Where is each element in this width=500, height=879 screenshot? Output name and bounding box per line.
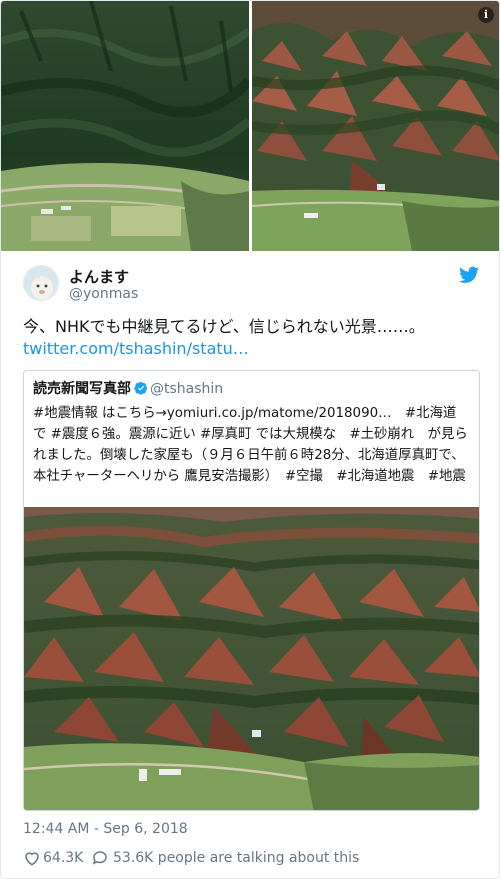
before-aerial-photo[interactable] xyxy=(1,1,249,251)
tweet-body: 今、NHKでも中継見てるけど、信じられない光景……。 xyxy=(23,317,425,336)
user-handle[interactable]: @yonmas xyxy=(69,286,138,302)
tweet-header: よんます @yonmas xyxy=(23,265,483,305)
quoted-author: 読売新聞写真部 @tshashin xyxy=(33,380,223,398)
verified-badge-icon xyxy=(134,381,148,395)
quoted-tweet[interactable]: 読売新聞写真部 @tshashin #地震情報 はこちら→yomiuri.co.j… xyxy=(23,370,480,811)
tweet-timestamp[interactable]: 12:44 AM - Sep 6, 2018 xyxy=(23,821,188,837)
tweet-text: 今、NHKでも中継見てるけど、信じられない光景……。 twitter.com/t… xyxy=(23,316,453,360)
twitter-bird-icon[interactable] xyxy=(459,266,479,284)
after-aerial-photo[interactable] xyxy=(252,1,499,251)
quoted-display-name[interactable]: 読売新聞写真部 xyxy=(33,381,131,397)
talking-count: 53.6K people are talking about this xyxy=(113,850,360,866)
info-icon[interactable]: i xyxy=(478,7,494,23)
like-count: 64.3K xyxy=(43,850,84,866)
tweet-card: i よんます @yonmas 今、NHKでも中継見てるけど、信じられない光景……… xyxy=(0,0,500,879)
quoted-aerial-photo[interactable] xyxy=(24,507,479,810)
quoted-text: #地震情報 はこちら→yomiuri.co.jp/matome/2018090…… xyxy=(33,406,468,484)
quoted-handle[interactable]: @tshashin xyxy=(150,381,223,397)
display-name[interactable]: よんます xyxy=(69,266,129,287)
avatar[interactable] xyxy=(23,265,59,301)
media-grid[interactable]: i xyxy=(1,1,499,251)
tweet-link[interactable]: twitter.com/tshashin/statu… xyxy=(23,339,249,358)
speech-bubble-icon xyxy=(92,851,107,865)
heart-icon xyxy=(25,852,39,866)
